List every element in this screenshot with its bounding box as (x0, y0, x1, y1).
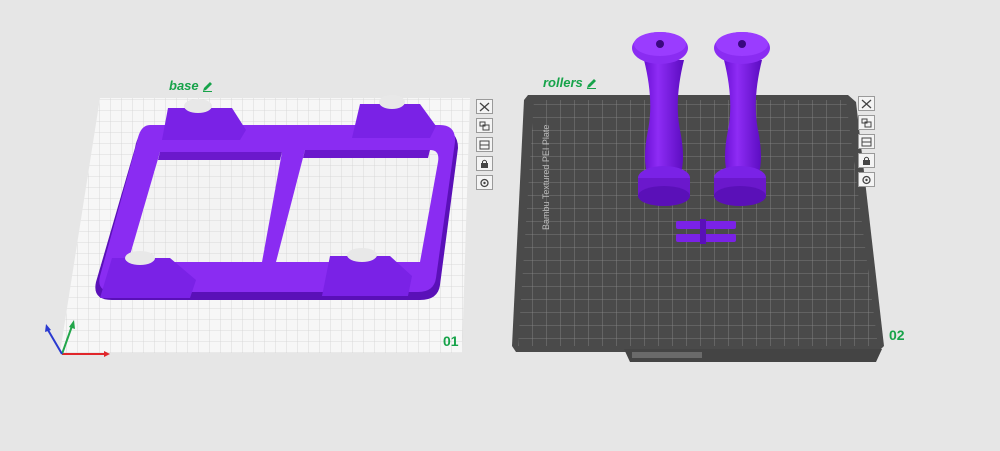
pencil-icon[interactable] (202, 80, 213, 92)
lock-icon[interactable] (858, 153, 875, 168)
orient-icon[interactable] (858, 134, 875, 149)
plate-1-toolbar (476, 99, 493, 190)
plate-1-index: 01 (443, 333, 459, 349)
plate-2-name-text: rollers (543, 75, 583, 90)
close-icon[interactable] (476, 99, 493, 114)
base-model[interactable] (95, 95, 458, 300)
3d-viewport[interactable]: Bambu Textured PEI Plate (0, 0, 1000, 451)
plate-1-name[interactable]: base (169, 78, 213, 93)
orient-icon[interactable] (476, 137, 493, 152)
plate-2-name[interactable]: rollers (543, 75, 597, 90)
settings-icon[interactable] (858, 172, 875, 187)
arrange-icon[interactable] (858, 115, 875, 130)
close-icon[interactable] (858, 96, 875, 111)
arrange-icon[interactable] (476, 118, 493, 133)
plate-1-name-text: base (169, 78, 199, 93)
plate-2-toolbar (858, 96, 875, 187)
lock-icon[interactable] (476, 156, 493, 171)
settings-icon[interactable] (476, 175, 493, 190)
plate-2-index: 02 (889, 327, 905, 343)
pencil-icon[interactable] (586, 77, 597, 89)
bed-label: Bambu Textured PEI Plate (541, 125, 551, 230)
